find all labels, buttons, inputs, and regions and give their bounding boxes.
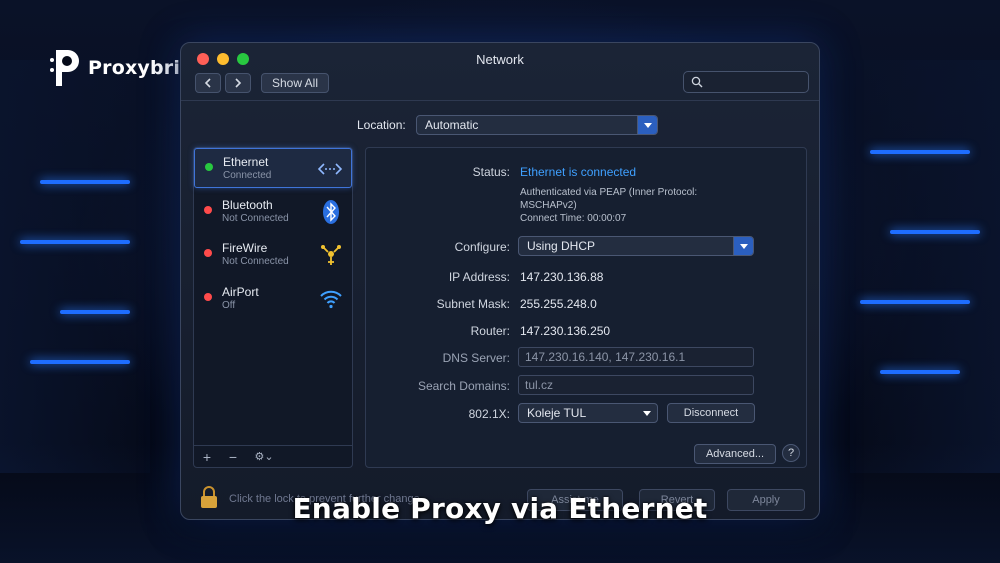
status-note-line1: Authenticated via PEAP (Inner Protocol: [520,187,698,198]
ip-value: 147.230.136.88 [520,270,604,284]
service-status: Not Connected [222,256,289,267]
firewire-icon [321,245,341,265]
service-item-airport[interactable]: AirPort Off [194,279,352,319]
chevron-right-icon [235,78,242,88]
back-button[interactable] [195,73,221,93]
dot1x-value: Koleje TUL [527,406,587,420]
status-dot [204,249,212,257]
ethernet-icon [317,163,343,175]
search-icon [691,76,703,88]
help-button[interactable]: ? [782,444,800,462]
window-title: Network [476,52,524,67]
search-domains-label: Search Domains: [417,379,510,393]
network-window: Network Show All Location: Automatic Eth… [180,42,820,520]
brand: Proxybrief [48,46,202,90]
wifi-icon [320,290,342,309]
location-value: Automatic [425,118,479,132]
show-all-button[interactable]: Show All [261,73,329,93]
remove-service-button[interactable]: − [225,448,241,466]
bluetooth-icon [323,200,339,224]
service-name: FireWire [222,241,268,255]
status-note-line2: MSCHAPv2) [520,200,577,211]
configure-label: Configure: [454,240,510,254]
chevron-left-icon [204,78,211,88]
advanced-button[interactable]: Advanced... [694,444,776,464]
router-label: Router: [470,324,510,338]
service-item-firewire[interactable]: FireWire Not Connected [194,235,352,275]
location-label: Location: [357,118,406,132]
dns-field[interactable]: 147.230.16.140, 147.230.16.1 [518,347,754,367]
search-domains-field[interactable]: tul.cz [518,375,754,395]
forward-button[interactable] [225,73,251,93]
service-status: Connected [223,170,272,181]
service-list: Ethernet Connected Bluetooth Not Connect… [193,147,353,468]
service-list-toolbar: + − ⚙⌄ [193,445,353,468]
server-rack-right [850,60,1000,473]
detail-panel: Status: Ethernet is connected Authentica… [365,147,807,468]
connect-time: Connect Time: 00:00:07 [520,213,627,224]
router-value: 147.230.136.250 [520,324,611,338]
service-name: Bluetooth [222,198,273,212]
ip-label: IP Address: [448,270,510,284]
service-item-bluetooth[interactable]: Bluetooth Not Connected [194,192,352,232]
chevron-down-icon [637,404,657,422]
search-input[interactable] [683,71,809,93]
service-item-ethernet[interactable]: Ethernet Connected [194,148,352,188]
chevron-down-icon [637,116,657,134]
chevron-down-icon [733,237,753,255]
service-name: Ethernet [223,155,269,169]
status-label: Status: [472,165,510,179]
titlebar: Network Show All [181,43,819,101]
add-service-button[interactable]: + [199,448,215,466]
subnet-label: Subnet Mask: [436,297,510,311]
location-select[interactable]: Automatic [416,115,658,135]
subnet-value: 255.255.248.0 [520,297,597,311]
gear-icon[interactable]: ⚙⌄ [251,448,277,466]
configure-value: Using DHCP [527,239,596,253]
status-value: Ethernet is connected [520,165,637,179]
service-status: Off [222,300,236,311]
status-dot [205,163,213,171]
dot1x-label: 802.1X: [468,407,510,421]
service-name: AirPort [222,285,259,299]
disconnect-button[interactable]: Disconnect [667,403,755,423]
configure-select[interactable]: Using DHCP [518,236,754,256]
proxybrief-logo-icon [48,46,82,90]
status-dot [204,206,212,214]
status-dot [204,293,212,301]
dns-label: DNS Server: [442,351,510,365]
dot1x-select[interactable]: Koleje TUL [518,403,658,423]
service-status: Not Connected [222,213,289,224]
server-rack-left [0,60,150,473]
caption-title: Enable Proxy via Ethernet [292,492,708,525]
